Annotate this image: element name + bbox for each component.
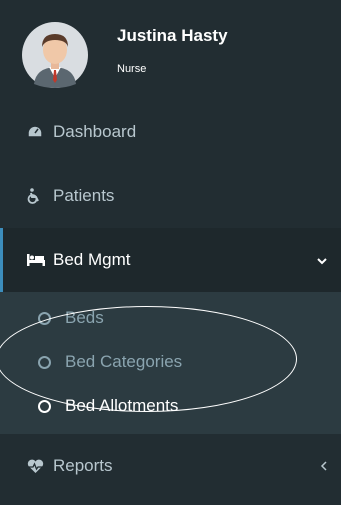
user-avatar: [22, 22, 88, 88]
user-panel: Justina Hasty Nurse: [0, 0, 341, 100]
menu-dashboard-label: Dashboard: [53, 122, 137, 141]
chevron-left-icon: [320, 456, 327, 476]
menu-dashboard[interactable]: Dashboard: [0, 100, 341, 164]
menu-bed-mgmt[interactable]: Bed Mgmt: [0, 228, 341, 292]
chevron-down-icon: [317, 250, 327, 270]
circle-icon: [38, 355, 51, 369]
bed-mgmt-submenu: Beds Bed Categories Bed Allotments: [0, 292, 341, 434]
dashboard-icon: [27, 125, 53, 139]
menu-patients[interactable]: Patients: [0, 164, 341, 228]
submenu-item-beds[interactable]: Beds: [0, 296, 341, 340]
submenu-item-label: Beds: [65, 308, 104, 327]
submenu-item-bed-categories[interactable]: Bed Categories: [0, 340, 341, 384]
menu-reports-label: Reports: [53, 456, 113, 475]
user-role: Nurse: [117, 63, 147, 75]
bed-icon: [27, 254, 53, 266]
wheelchair-icon: [27, 188, 53, 204]
circle-icon: [38, 399, 51, 413]
submenu-item-bed-allotments[interactable]: Bed Allotments: [0, 384, 341, 428]
menu-bed-mgmt-label: Bed Mgmt: [53, 250, 131, 269]
submenu-item-label: Bed Categories: [65, 352, 183, 371]
circle-icon: [38, 311, 51, 325]
submenu-item-label: Bed Allotments: [65, 396, 179, 415]
menu-patients-label: Patients: [53, 186, 115, 205]
heartbeat-icon: [27, 459, 53, 474]
user-name: Justina Hasty: [117, 26, 228, 45]
menu-reports[interactable]: Reports: [0, 434, 341, 498]
sidebar-menu: Dashboard Patients Bed Mgmt Beds Bed Cat…: [0, 100, 341, 498]
